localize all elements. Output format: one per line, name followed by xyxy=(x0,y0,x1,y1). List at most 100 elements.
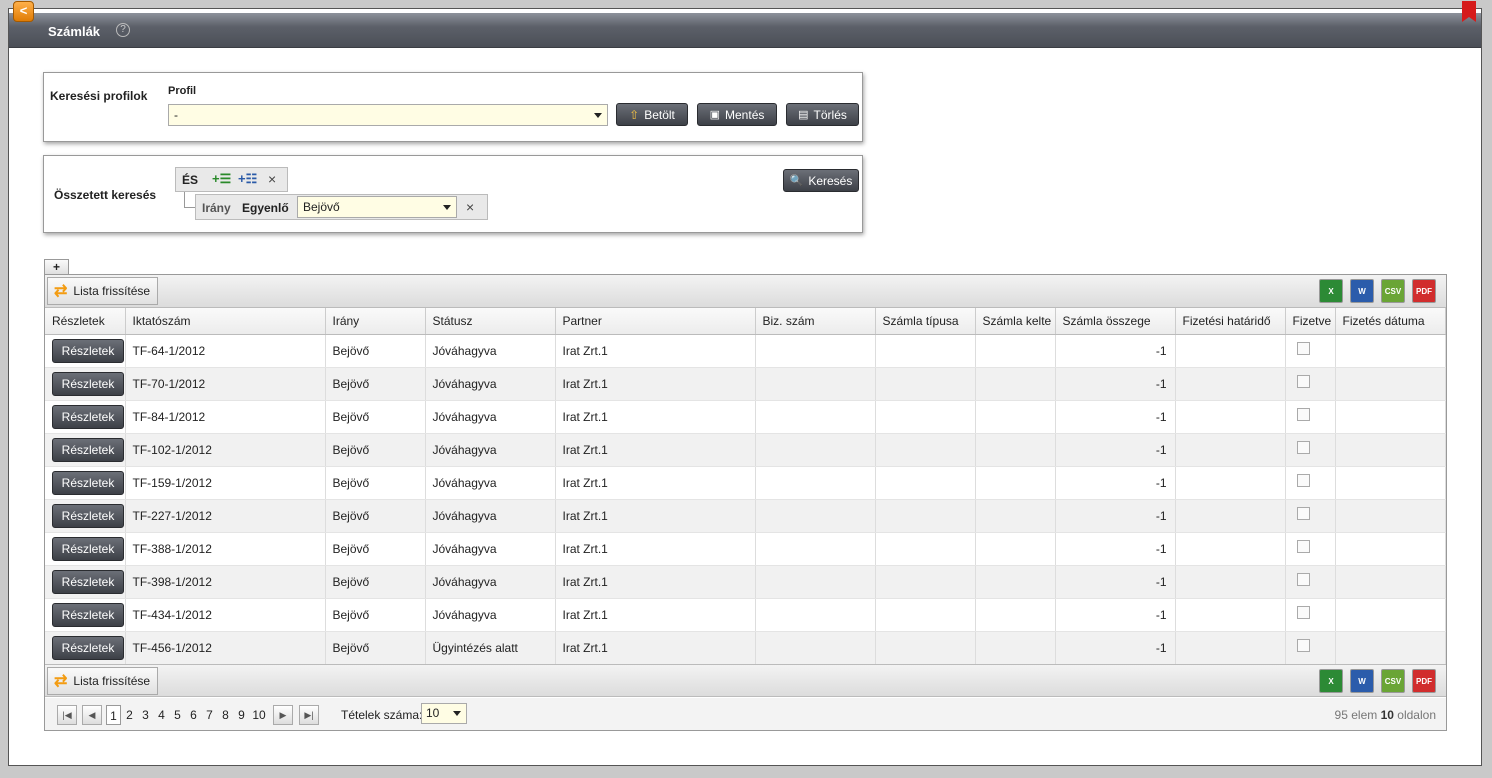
csv-export-icon[interactable]: CSV xyxy=(1381,669,1405,693)
paid-checkbox[interactable] xyxy=(1296,407,1310,421)
next-page-icon[interactable]: ▶ xyxy=(273,705,293,725)
save-button[interactable]: ▣ Mentés xyxy=(697,103,777,126)
details-button[interactable]: Részletek xyxy=(52,536,124,561)
col-header[interactable]: Partner xyxy=(555,308,756,335)
due-date-cell xyxy=(1175,631,1286,665)
direction-cell: Bejövő xyxy=(325,433,426,467)
search-button[interactable]: 🔍 Keresés xyxy=(783,169,859,192)
items-per-page-select[interactable]: 10 xyxy=(421,703,467,724)
excel-export-icon[interactable]: X xyxy=(1319,279,1343,303)
details-button[interactable]: Részletek xyxy=(52,404,124,429)
details-button[interactable]: Részletek xyxy=(52,470,124,495)
paid-checkbox[interactable] xyxy=(1296,440,1310,454)
page-link[interactable]: 10 xyxy=(250,705,268,725)
details-button[interactable]: Részletek xyxy=(52,569,124,594)
excel-export-icon[interactable]: X xyxy=(1319,669,1343,693)
help-icon[interactable]: ? xyxy=(116,23,130,37)
due-date-cell xyxy=(1175,565,1286,599)
due-date-cell xyxy=(1175,400,1286,434)
col-header[interactable]: Számla összege xyxy=(1055,308,1176,335)
invoice-type-cell xyxy=(875,565,976,599)
add-condition-icon[interactable]: +☰ xyxy=(212,171,231,187)
word-export-icon[interactable]: W xyxy=(1350,669,1374,693)
paid-cell xyxy=(1285,433,1336,467)
invoice-date-cell xyxy=(975,433,1056,467)
table-body: Részletek TF-64-1/2012 Bejövő Jóváhagyva Ira… xyxy=(45,334,1446,665)
paid-checkbox[interactable] xyxy=(1296,605,1310,619)
page-link[interactable]: 1 xyxy=(106,705,121,725)
paid-checkbox[interactable] xyxy=(1296,473,1310,487)
col-header[interactable]: Státusz xyxy=(425,308,556,335)
add-tab-button[interactable]: + xyxy=(44,259,69,275)
prev-page-icon[interactable]: ◀ xyxy=(82,705,102,725)
col-header[interactable]: Irány xyxy=(325,308,426,335)
add-group-icon[interactable]: +☷ xyxy=(238,171,257,187)
details-button[interactable]: Részletek xyxy=(52,371,124,396)
page-link[interactable]: 4 xyxy=(154,705,169,725)
doc-number-cell xyxy=(755,400,876,434)
page-link[interactable]: 9 xyxy=(234,705,249,725)
doc-number-cell xyxy=(755,565,876,599)
paid-checkbox[interactable] xyxy=(1296,572,1310,586)
and-label: ÉS xyxy=(182,173,199,187)
delete-button[interactable]: ▤ Törlés xyxy=(786,103,859,126)
paid-checkbox[interactable] xyxy=(1296,638,1310,652)
table-row: Részletek TF-70-1/2012 Bejövő Jóváhagyva Ira… xyxy=(45,367,1446,401)
pdf-export-icon[interactable]: PDF xyxy=(1412,669,1436,693)
col-header[interactable]: Számla kelte xyxy=(975,308,1056,335)
complex-search-panel: Összetett keresés ÉS +☰ +☷ × Irány Egyen… xyxy=(43,155,863,233)
filing-number-cell: TF-227-1/2012 xyxy=(125,499,326,533)
remove-group-icon[interactable]: × xyxy=(268,171,276,187)
page-link[interactable]: 7 xyxy=(202,705,217,725)
load-button[interactable]: ⇧ Betölt xyxy=(616,103,688,126)
refresh-icon: ⇄ xyxy=(54,283,68,300)
due-date-cell xyxy=(1175,532,1286,566)
profile-select[interactable]: - xyxy=(168,104,608,126)
last-page-icon[interactable]: ▶| xyxy=(299,705,319,725)
paid-checkbox[interactable] xyxy=(1296,539,1310,553)
details-button[interactable]: Részletek xyxy=(52,437,124,462)
col-header[interactable]: Részletek xyxy=(45,308,126,335)
page-link[interactable]: 8 xyxy=(218,705,233,725)
table-row: Részletek TF-456-1/2012 Bejövő Ügyintézés a… xyxy=(45,631,1446,665)
refresh-list-button-bottom[interactable]: ⇄ Lista frissítése xyxy=(47,667,158,695)
col-header[interactable]: Biz. szám xyxy=(755,308,876,335)
paid-checkbox[interactable] xyxy=(1296,506,1310,520)
pdf-export-icon[interactable]: PDF xyxy=(1412,279,1436,303)
page-link[interactable]: 6 xyxy=(186,705,201,725)
refresh-list-button[interactable]: ⇄ Lista frissítése xyxy=(47,277,158,305)
invoice-type-cell xyxy=(875,631,976,665)
paid-cell xyxy=(1285,466,1336,500)
col-header[interactable]: Fizetési határidő xyxy=(1175,308,1286,335)
filing-number-cell: TF-70-1/2012 xyxy=(125,367,326,401)
back-icon[interactable]: < xyxy=(13,1,34,22)
word-export-icon[interactable]: W xyxy=(1350,279,1374,303)
page-link[interactable]: 2 xyxy=(122,705,137,725)
direction-cell: Bejövő xyxy=(325,598,426,632)
paid-checkbox[interactable] xyxy=(1296,341,1310,355)
col-header[interactable]: Fizetés dátuma xyxy=(1335,308,1446,335)
total-summary: 95 elem 10 oldalon xyxy=(1335,708,1436,722)
invoice-type-cell xyxy=(875,532,976,566)
first-page-icon[interactable]: |◀ xyxy=(57,705,77,725)
page-link[interactable]: 3 xyxy=(138,705,153,725)
col-header[interactable]: Iktatószám xyxy=(125,308,326,335)
partner-cell: Irat Zrt.1 xyxy=(555,433,756,467)
table-row: Részletek TF-64-1/2012 Bejövő Jóváhagyva Ira… xyxy=(45,334,1446,368)
profile-label: Profil xyxy=(168,85,197,97)
details-button[interactable]: Részletek xyxy=(52,635,124,660)
bookmark-icon[interactable] xyxy=(1462,1,1476,22)
details-button[interactable]: Részletek xyxy=(52,602,124,627)
table-row: Részletek TF-84-1/2012 Bejövő Jóváhagyva Ira… xyxy=(45,400,1446,434)
col-header[interactable]: Számla típusa xyxy=(875,308,976,335)
payment-date-cell xyxy=(1335,433,1446,467)
remove-condition-icon[interactable]: × xyxy=(466,199,474,215)
details-button[interactable]: Részletek xyxy=(52,338,124,363)
details-button[interactable]: Részletek xyxy=(52,503,124,528)
col-header[interactable]: Fizetve xyxy=(1285,308,1336,335)
page-link[interactable]: 5 xyxy=(170,705,185,725)
csv-export-icon[interactable]: CSV xyxy=(1381,279,1405,303)
paid-checkbox[interactable] xyxy=(1296,374,1310,388)
condition-value-select[interactable]: Bejövő xyxy=(297,196,457,218)
filing-number-cell: TF-398-1/2012 xyxy=(125,565,326,599)
